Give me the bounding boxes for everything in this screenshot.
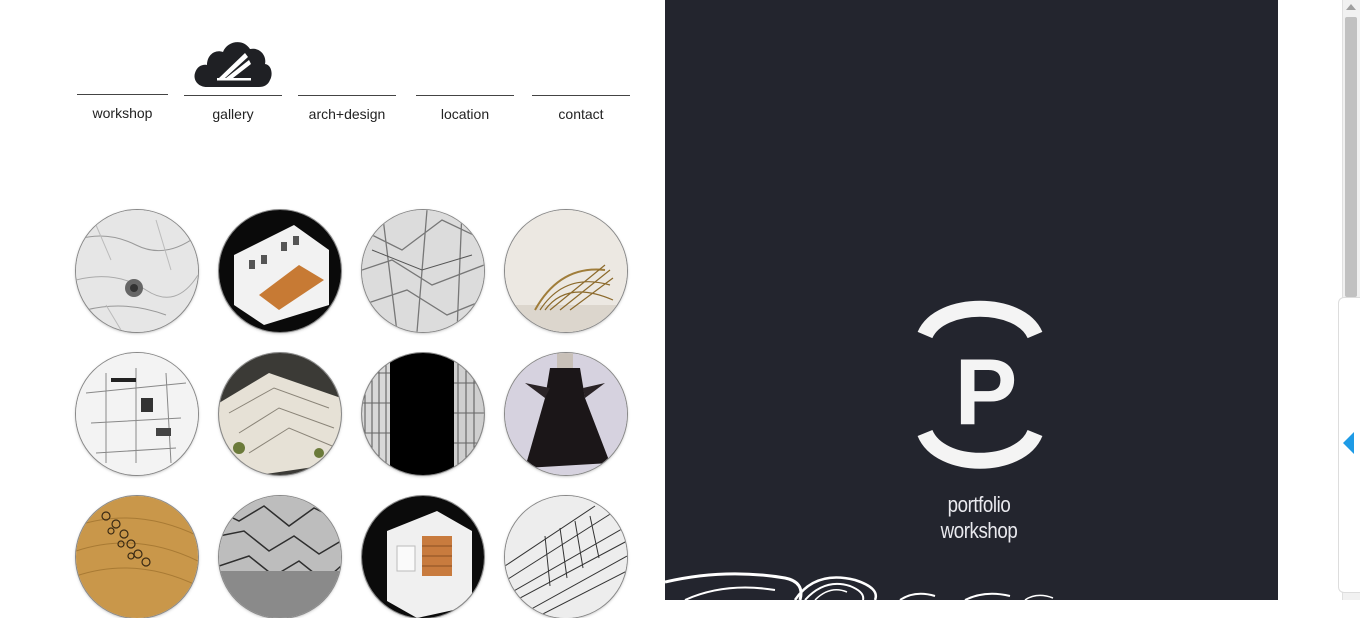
- nav-location[interactable]: location: [416, 95, 514, 129]
- gallery-thumb-paper-model[interactable]: [219, 353, 341, 475]
- decorative-swirl-icon: [665, 572, 1054, 600]
- scroll-up-arrow-icon[interactable]: [1346, 4, 1356, 10]
- cloud-logo-icon[interactable]: [193, 33, 273, 87]
- portfolio-p-logo-icon: P: [917, 300, 1043, 469]
- nav-location-label: location: [440, 106, 490, 122]
- nav-arch-design[interactable]: arch+design: [298, 95, 396, 129]
- gallery-thumb-carved-texture[interactable]: [362, 210, 484, 332]
- nav-contact-label: contact: [558, 106, 604, 122]
- brand-letter: P: [955, 339, 1018, 444]
- left-pane: workshop gallery arch+design location co…: [0, 0, 665, 618]
- nav-workshop-label: workshop: [92, 105, 153, 121]
- nav-gallery[interactable]: gallery: [184, 95, 282, 129]
- nav-arch-design-label: arch+design: [308, 106, 386, 122]
- scrollbar-thumb[interactable]: [1345, 17, 1357, 297]
- nav-contact[interactable]: contact: [532, 95, 630, 129]
- gallery-thumb-wire-sculpture[interactable]: [505, 210, 627, 332]
- tagline-line-2: workshop: [940, 518, 1018, 543]
- gallery-thumb-black-dress[interactable]: [505, 353, 627, 475]
- gallery-thumb-sketch-model[interactable]: [76, 353, 198, 475]
- gallery-thumb-tower-structures[interactable]: [362, 353, 484, 475]
- brand-tagline: portfolio workshop: [900, 492, 1058, 544]
- gallery-thumb-building-model[interactable]: [219, 210, 341, 332]
- nav-gallery-label: gallery: [212, 106, 254, 122]
- expand-left-arrow-icon[interactable]: [1343, 432, 1354, 454]
- tagline-line-1: portfolio: [947, 492, 1011, 517]
- nav-workshop[interactable]: workshop: [77, 94, 168, 128]
- gallery-thumb-textured-relief[interactable]: [76, 210, 198, 332]
